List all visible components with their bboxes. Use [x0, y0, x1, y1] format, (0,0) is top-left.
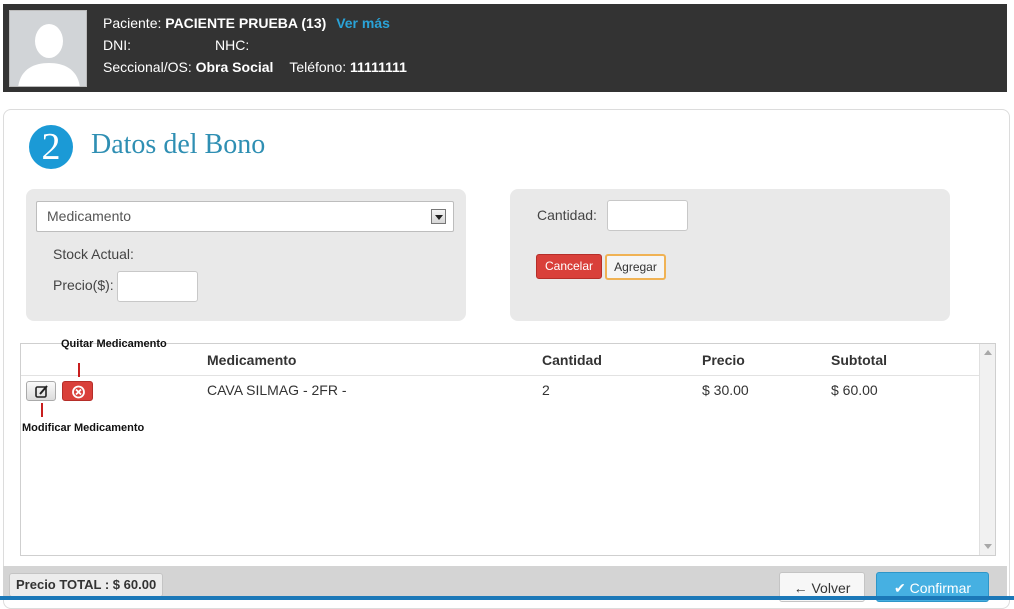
medicamentos-table: Medicamento Cantidad Precio Subtotal CAV…	[20, 343, 996, 556]
cell-subtotal: $ 60.00	[831, 382, 878, 398]
footer-bar: Precio TOTAL : $ 60.00 ← Volver ✔ Confir…	[3, 566, 1007, 602]
section-title: Datos del Bono	[91, 129, 266, 160]
bottom-strip	[0, 596, 1014, 600]
cantidad-panel: Cantidad: Cancelar Agregar	[510, 189, 950, 321]
medicamento-select[interactable]: Medicamento	[36, 201, 454, 232]
column-header-subtotal: Subtotal	[831, 352, 887, 368]
telefono-value: 11111111	[350, 59, 407, 75]
precio-input[interactable]	[117, 271, 198, 302]
edit-icon	[35, 385, 48, 398]
dni-label: DNI:	[103, 37, 131, 53]
ver-mas-link[interactable]: Ver más	[336, 15, 390, 31]
scroll-up-icon[interactable]	[984, 350, 992, 355]
precio-label: Precio($):	[53, 277, 114, 293]
patient-label: Paciente:	[103, 15, 162, 31]
annotation-modificar: Modificar Medicamento	[22, 422, 145, 434]
add-button[interactable]: Agregar	[605, 254, 666, 280]
medicamento-select-value: Medicamento	[47, 208, 132, 224]
column-header-precio: Precio	[702, 352, 745, 368]
annotation-modificar-pointer	[41, 403, 43, 417]
close-circle-icon	[72, 385, 85, 399]
cell-precio: $ 30.00	[702, 382, 749, 398]
telefono-label: Teléfono:	[289, 59, 347, 75]
scroll-down-icon[interactable]	[984, 544, 992, 549]
total-price: Precio TOTAL : $ 60.00	[9, 573, 164, 597]
annotation-quitar-pointer	[78, 363, 80, 377]
column-header-cantidad: Cantidad	[542, 352, 602, 368]
patient-name: PACIENTE PRUEBA (13)	[165, 15, 327, 31]
seccional-label: Seccional/OS:	[103, 59, 192, 75]
medicamento-panel: Medicamento Stock Actual: Precio($):	[26, 189, 466, 321]
patient-header: Paciente: PACIENTE PRUEBA (13) Ver más D…	[3, 4, 1007, 92]
check-icon: ✔	[893, 580, 906, 596]
step-number: 2	[29, 125, 73, 169]
back-button-label: Volver	[811, 580, 851, 596]
patient-info: Paciente: PACIENTE PRUEBA (13) Ver más D…	[103, 12, 407, 78]
cantidad-label: Cantidad:	[537, 207, 597, 223]
bono-card: 2 Datos del Bono Medicamento Stock Actua…	[3, 109, 1010, 609]
cell-cantidad: 2	[542, 382, 550, 398]
seccional-value: Obra Social	[195, 59, 274, 75]
annotation-quitar: Quitar Medicamento	[61, 338, 167, 350]
chevron-down-icon[interactable]	[431, 209, 446, 224]
nhc-label: NHC:	[215, 37, 250, 53]
header-divider	[21, 375, 979, 376]
cantidad-input[interactable]	[607, 200, 688, 231]
stock-label: Stock Actual:	[53, 246, 134, 262]
edit-button[interactable]	[26, 381, 56, 401]
cell-medicamento: CAVA SILMAG - 2FR -	[207, 382, 347, 398]
column-header-medicamento: Medicamento	[207, 352, 297, 368]
user-silhouette-icon	[9, 10, 87, 87]
table-scrollbar[interactable]	[979, 344, 995, 555]
confirm-button-label: Confirmar	[909, 580, 972, 596]
arrow-left-icon: ←	[793, 580, 808, 596]
cancel-button[interactable]: Cancelar	[536, 254, 602, 279]
remove-button[interactable]	[62, 381, 93, 401]
